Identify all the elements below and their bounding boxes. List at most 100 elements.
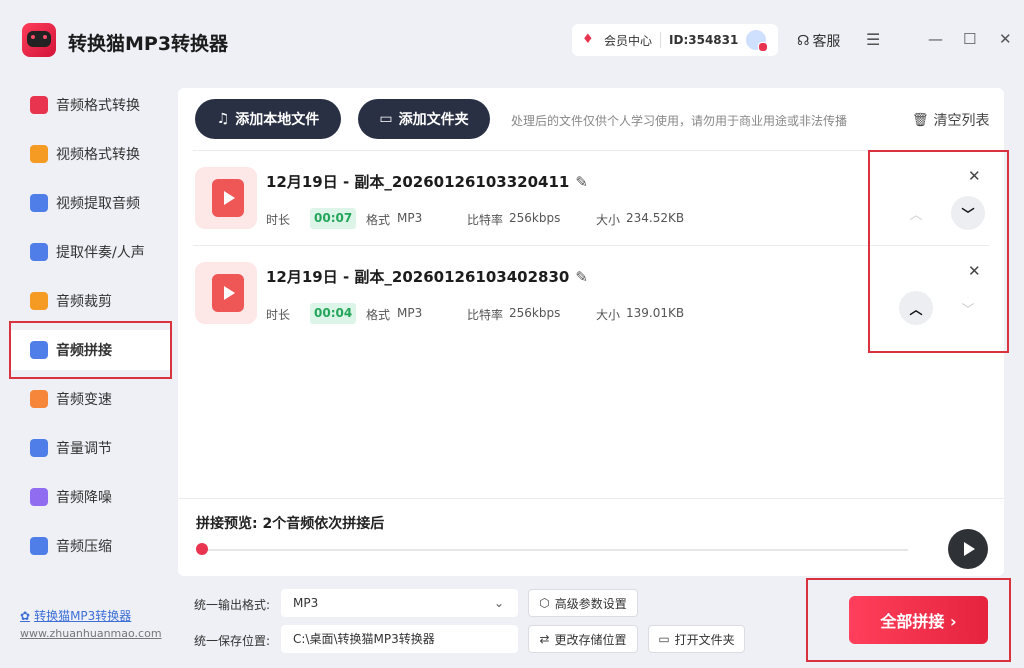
avatar[interactable]: [746, 30, 769, 52]
add-local-files-label: 添加本地文件: [235, 112, 320, 128]
annotation-highlight-merge: [806, 578, 1011, 662]
size-value: 234.52KB: [626, 211, 685, 225]
bitrate-label: 比特率: [467, 308, 504, 322]
open-folder-button[interactable]: ▭ 打开文件夹: [648, 625, 745, 653]
file-name: 12月19日 - 副本_20260126103402830 ✎: [266, 266, 588, 287]
advanced-settings-button[interactable]: ⬡ 高级参数设置: [528, 589, 638, 617]
sidebar-item-label: 音频裁剪: [56, 294, 112, 310]
output-format-value: MP3: [293, 596, 319, 610]
format-label: 格式: [366, 213, 391, 227]
user-id: ID:354831: [669, 33, 739, 47]
add-local-files-button[interactable]: ♫ 添加本地文件: [195, 99, 341, 139]
save-path-field[interactable]: C:\桌面\转换猫MP3转换器: [281, 625, 518, 653]
bitrate-value: 256kbps: [509, 306, 561, 320]
audio-file-thumbnail: [195, 167, 257, 229]
size-label: 大小: [596, 308, 621, 322]
minimize-icon[interactable]: —: [928, 30, 943, 48]
app-logo-icon: [22, 23, 56, 57]
sidebar-item-extract-audio[interactable]: 视频提取音频: [10, 183, 172, 223]
save-location-label: 统一保存位置:: [194, 634, 271, 648]
audio-format-icon: [30, 96, 48, 114]
duration-label: 时长: [266, 213, 291, 227]
sidebar-item-label: 视频格式转换: [56, 147, 140, 163]
maximize-icon[interactable]: ☐: [963, 30, 976, 48]
file-name: 12月19日 - 副本_20260126103320411 ✎: [266, 171, 588, 192]
compress-icon: [30, 537, 48, 555]
bitrate-value: 256kbps: [509, 211, 561, 225]
close-icon[interactable]: ✕: [999, 30, 1012, 48]
footer-link-label: 转换猫MP3转换器: [34, 609, 132, 623]
divider: [660, 32, 662, 48]
extract-vocal-icon: [30, 243, 48, 261]
extract-audio-icon: [30, 194, 48, 212]
trash-icon: 🗑: [912, 112, 929, 128]
chevron-down-icon: ⌄: [493, 596, 504, 610]
folder-icon: ▭: [379, 111, 393, 127]
headset-icon: ☊: [797, 33, 810, 49]
sidebar-item-label: 提取伴奏/人声: [56, 245, 145, 261]
play-file-icon: [212, 274, 244, 312]
output-format-label: 统一输出格式:: [194, 598, 271, 612]
sidebar-item-audio-speed[interactable]: 音频变速: [10, 379, 172, 419]
format-value: MP3: [397, 306, 423, 320]
sidebar-item-audio-trim[interactable]: 音频裁剪: [10, 281, 172, 321]
sidebar-item-audio-format[interactable]: 音频格式转换: [10, 85, 172, 125]
sidebar-item-label: 音频格式转换: [56, 98, 140, 114]
file-name-text: 12月19日 - 副本_20260126103402830: [266, 268, 570, 286]
sidebar-item-label: 音频降噪: [56, 490, 112, 506]
volume-icon: [30, 439, 48, 457]
duration-label: 时长: [266, 308, 291, 322]
duration-badge: 00:07: [310, 208, 357, 229]
clear-list-button[interactable]: 🗑 清空列表: [912, 110, 990, 130]
sidebar-item-compress[interactable]: 音频压缩: [10, 526, 172, 566]
size-value: 139.01KB: [626, 306, 685, 320]
usage-notice: 处理后的文件仅供个人学习使用，请勿用于商业用途或非法传播: [511, 114, 848, 128]
duration-badge: 00:04: [310, 303, 357, 324]
sidebar-item-label: 音量调节: [56, 441, 112, 457]
music-add-icon: ♫: [216, 111, 230, 127]
change-location-button[interactable]: ⇄ 更改存储位置: [528, 625, 638, 653]
audio-speed-icon: [30, 390, 48, 408]
support-button[interactable]: ☊ 客服: [797, 31, 840, 51]
audio-file-thumbnail: [195, 262, 257, 324]
sidebar-item-extract-vocal[interactable]: 提取伴奏/人声: [10, 232, 172, 272]
vip-center-box[interactable]: ♦ 会员中心 ID:354831: [572, 24, 778, 56]
denoise-icon: [30, 488, 48, 506]
preview-progress-handle[interactable]: [196, 543, 208, 555]
hamburger-icon[interactable]: ☰: [866, 30, 880, 49]
paw-icon: ✿: [20, 608, 31, 623]
change-location-label: 更改存储位置: [554, 632, 627, 647]
format-label: 格式: [366, 308, 391, 322]
preview-title: 拼接预览: 2个音频依次拼接后: [196, 516, 385, 532]
play-icon[interactable]: [948, 529, 988, 569]
sidebar-item-denoise[interactable]: 音频降噪: [10, 477, 172, 517]
support-label: 客服: [812, 34, 841, 50]
footer-app-link[interactable]: ✿ 转换猫MP3转换器: [20, 607, 131, 624]
sidebar-item-label: 音频变速: [56, 392, 112, 408]
annotation-highlight-sidebar: [9, 321, 172, 379]
annotation-highlight-order-controls: [868, 150, 1009, 353]
add-folder-label: 添加文件夹: [398, 112, 469, 128]
vip-center-label[interactable]: 会员中心: [604, 32, 652, 49]
bitrate-label: 比特率: [467, 213, 504, 227]
folder-icon: ▭: [658, 632, 670, 646]
advanced-settings-label: 高级参数设置: [554, 596, 627, 611]
open-folder-label: 打开文件夹: [674, 632, 735, 647]
merge-preview: 拼接预览: 2个音频依次拼接后: [178, 498, 1004, 576]
sidebar-item-label: 音频压缩: [56, 539, 112, 555]
sidebar-item-video-format[interactable]: 视频格式转换: [10, 134, 172, 174]
title-bar: 转换猫MP3转换器 ♦ 会员中心 ID:354831 ☊ 客服 ☰ — ☐ ✕: [0, 0, 1024, 80]
edit-icon[interactable]: ✎: [575, 268, 588, 286]
preview-progress-track[interactable]: [202, 549, 908, 551]
app-title: 转换猫MP3转换器: [68, 33, 229, 55]
add-folder-button[interactable]: ▭ 添加文件夹: [358, 99, 490, 139]
size-label: 大小: [596, 213, 621, 227]
sidebar-item-volume[interactable]: 音量调节: [10, 428, 172, 468]
format-value: MP3: [397, 211, 423, 225]
sidebar-item-label: 视频提取音频: [56, 196, 140, 212]
footer-url[interactable]: www.zhuanhuanmao.com: [20, 627, 162, 640]
video-format-icon: [30, 145, 48, 163]
diamond-icon: ♦: [582, 32, 594, 47]
output-format-select[interactable]: MP3 ⌄: [281, 589, 518, 617]
edit-icon[interactable]: ✎: [575, 173, 588, 191]
